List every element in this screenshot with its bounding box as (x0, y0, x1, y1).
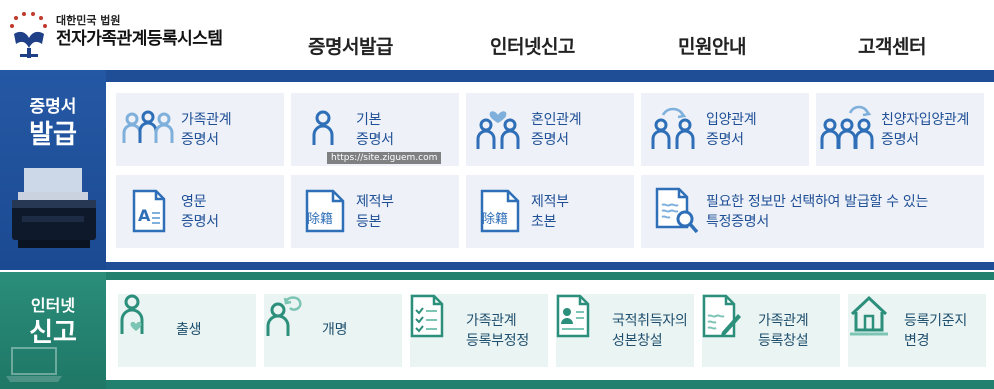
card-label-1: 필요한 정보만 선택하여 발급할 수 있는 (706, 194, 929, 210)
certificate-bottom-bar (106, 262, 994, 270)
full-adoption-icon (820, 105, 874, 149)
internet-report-section: 인터넷 신고 출생 개명 가족관계 등록부정정 국적취득자의 성본창설 가족관계… (0, 272, 994, 389)
doc-glyph-chinese: 除籍 (307, 211, 333, 227)
card-removed-register-extract[interactable]: 除籍 제적부 초본 (466, 175, 634, 248)
card-specific-certificate[interactable]: 필요한 정보만 선택하여 발급할 수 있는 특정증명서 (641, 175, 984, 248)
document-pen-icon (702, 294, 741, 338)
card-register-correction[interactable]: 가족관계 등록부정정 (410, 294, 548, 367)
laptop-icon (6, 347, 62, 382)
brand[interactable]: 대한민국 법원 전자가족관계등록시스템 (56, 14, 223, 50)
card-marriage-certificate[interactable]: 혼인관계 증명서 (466, 93, 634, 166)
card-label-2: 변경 (904, 333, 930, 349)
removed-register-extract-icon: 除籍 (480, 189, 520, 233)
report-side-title-2: 신고 (29, 318, 77, 348)
certificate-section: 증명서 발급 가족관계 증명서 기본 증명서 혼인관계 증명서 입양관계 증명서… (0, 70, 994, 270)
card-registry-base-change[interactable]: 등록기준지 변경 (848, 294, 986, 367)
card-label-2: 증명서 (356, 132, 394, 148)
certificate-side-banner: 증명서 발급 (0, 70, 106, 270)
card-birth-report[interactable]: 출생 (118, 294, 256, 367)
card-label-1: 제적부 (531, 194, 569, 210)
card-label-2: 등록창설 (758, 333, 809, 349)
doc-glyph-a: A (138, 206, 151, 225)
card-label-2: 증명서 (706, 132, 744, 148)
card-label-2: 증명서 (881, 132, 919, 148)
nav-customer-center[interactable]: 고객센터 (858, 32, 926, 59)
card-label-2: 증명서 (531, 132, 569, 148)
header: 대한민국 법원 전자가족관계등록시스템 증명서발급 인터넷신고 민원안내 고객센… (0, 0, 994, 70)
card-label-1: 개명 (322, 322, 348, 338)
card-label-1: 등록기준지 (904, 313, 967, 329)
card-label-1: 제적부 (356, 194, 394, 210)
card-label-1: 국적취득자의 (612, 313, 688, 329)
marriage-icon (476, 111, 520, 149)
family-icon (122, 110, 174, 143)
card-english-certificate[interactable]: A 영문 증명서 (116, 175, 284, 248)
card-removed-register-copy[interactable]: 除籍 제적부 등본 (291, 175, 459, 248)
nav-internet-report[interactable]: 인터넷신고 (490, 32, 575, 59)
card-label-1: 기본 (356, 112, 382, 128)
org-name: 대한민국 법원 (56, 14, 121, 27)
house-icon (850, 295, 888, 336)
adoption-icon (651, 107, 695, 149)
watermark-url: https://site.ziguem.com (327, 152, 442, 164)
card-label-2: 등본 (356, 214, 382, 230)
card-label-2: 증명서 (181, 214, 219, 230)
card-label-1: 가족관계 (181, 112, 232, 128)
card-register-creation[interactable]: 가족관계 등록창설 (702, 294, 840, 367)
certificate-side-title-2: 발급 (29, 120, 77, 150)
internet-report-panel: 출생 개명 가족관계 등록부정정 국적취득자의 성본창설 가족관계 등록창설 등… (106, 280, 994, 380)
system-name: 전자가족관계등록시스템 (56, 29, 223, 49)
card-label-2: 등록부정정 (466, 333, 529, 349)
card-full-adoption-certificate[interactable]: 친양자입양관계 증명서 (816, 93, 984, 166)
card-label-2: 증명서 (181, 132, 219, 148)
rename-icon (266, 296, 302, 336)
card-label-1: 영문 (181, 194, 207, 210)
person-icon (312, 110, 334, 145)
id-card-icon (556, 294, 590, 338)
card-label-1: 가족관계 (758, 313, 809, 329)
court-logo-icon[interactable] (6, 8, 52, 60)
nav-civil-guide[interactable]: 민원안내 (678, 32, 746, 59)
certificate-panel: 가족관계 증명서 기본 증명서 혼인관계 증명서 입양관계 증명서 친양자입양관… (106, 82, 994, 262)
card-family-relation-certificate[interactable]: 가족관계 증명서 (116, 93, 284, 166)
card-label-2: 성본창설 (612, 333, 663, 349)
doc-glyph-chinese: 除籍 (482, 211, 508, 227)
removed-register-document-icon: 除籍 (305, 189, 345, 233)
document-search-icon (655, 187, 699, 234)
printer-icon (12, 168, 96, 248)
checklist-icon (410, 294, 444, 338)
card-label-1: 가족관계 (466, 313, 517, 329)
card-adoption-certificate[interactable]: 입양관계 증명서 (641, 93, 809, 166)
nav-certificate-issue[interactable]: 증명서발급 (308, 32, 393, 59)
card-label-2: 특정증명서 (706, 214, 769, 230)
card-naturalized-surname-creation[interactable]: 국적취득자의 성본창설 (556, 294, 694, 367)
card-label-1: 혼인관계 (531, 112, 582, 128)
birth-icon (120, 294, 144, 334)
card-name-change-report[interactable]: 개명 (264, 294, 402, 367)
card-label-1: 친양자입양관계 (881, 112, 970, 128)
card-label-2: 초본 (531, 214, 557, 230)
card-label-1: 출생 (176, 322, 202, 338)
card-label-1: 입양관계 (706, 112, 757, 128)
english-document-icon: A (132, 189, 166, 233)
internet-report-side-banner: 인터넷 신고 (0, 272, 106, 389)
